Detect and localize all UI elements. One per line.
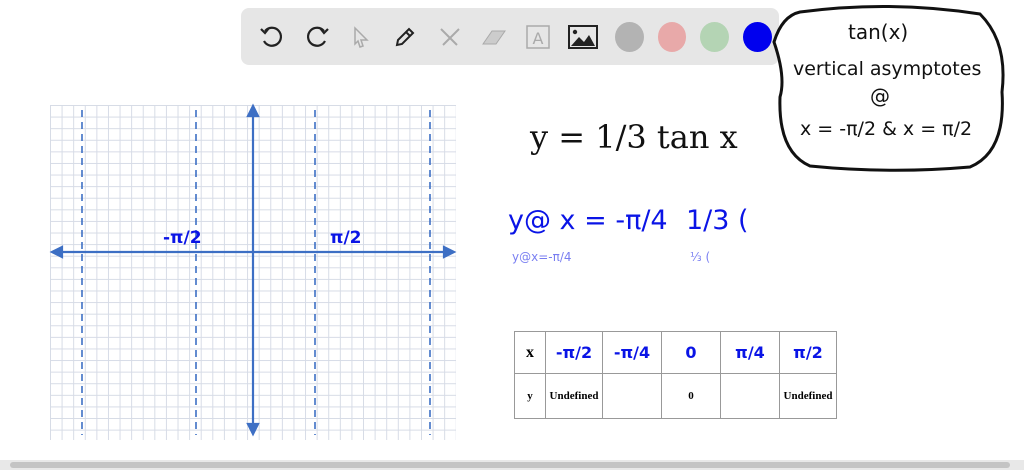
image-icon[interactable] — [564, 17, 602, 57]
equation: y = 1/3 tan x — [530, 118, 738, 156]
value-table: x -π/2 -π/4 0 π/4 π/2 y Undefined 0 Unde… — [514, 331, 837, 419]
text-icon[interactable]: A — [519, 17, 557, 57]
y-value: Undefined — [779, 373, 837, 419]
y-value — [720, 373, 780, 419]
x-value: π/4 — [720, 331, 780, 374]
x-header: x — [514, 331, 546, 374]
x-value: -π/2 — [545, 331, 603, 374]
work-line-2-compact: ⅓ ( — [690, 250, 711, 264]
label-pi-half: π/2 — [330, 228, 362, 248]
note-line-1: tan(x) — [848, 20, 909, 44]
note-line-3: @ — [870, 84, 890, 108]
color-gray[interactable] — [614, 21, 644, 52]
color-green[interactable] — [700, 21, 730, 52]
note-line-2: vertical asymptotes — [793, 58, 982, 80]
eraser-icon[interactable] — [475, 17, 513, 57]
scrollbar-thumb[interactable] — [10, 462, 1010, 468]
color-blue[interactable] — [743, 21, 772, 52]
y-value — [602, 373, 662, 419]
x-value: π/2 — [779, 331, 837, 374]
note-line-4: x = -π/2 & x = π/2 — [800, 118, 973, 140]
work-line-1: y@ x = -π/4 — [508, 205, 668, 236]
y-header: y — [514, 373, 546, 419]
work-line-2: 1/3 ( — [686, 205, 749, 236]
work-line-1-compact: y@x=-π/4 — [512, 250, 572, 264]
graph-axes — [49, 103, 457, 437]
x-value: -π/4 — [602, 331, 662, 374]
svg-text:A: A — [533, 29, 544, 48]
y-value: 0 — [661, 373, 721, 419]
label-neg-pi-half: -π/2 — [163, 228, 202, 248]
color-pink[interactable] — [657, 21, 687, 52]
x-value: 0 — [661, 331, 721, 374]
y-value: Undefined — [545, 373, 603, 419]
